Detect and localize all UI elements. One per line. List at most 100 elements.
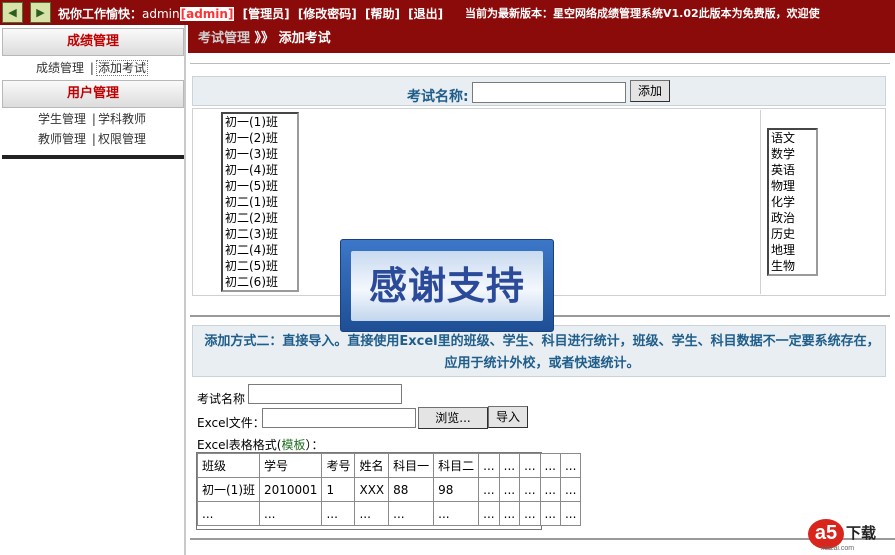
table-header-cell: 科目二 — [433, 453, 480, 478]
table-header-cell: ... — [559, 453, 582, 478]
table-cell: 88 — [388, 477, 435, 502]
subject-option[interactable]: 地理 — [771, 242, 816, 258]
class-option[interactable]: 初一(1)班 — [225, 114, 297, 130]
forward-icon[interactable]: ▶ — [30, 2, 51, 23]
template-link[interactable]: 模板 — [281, 438, 305, 452]
sidebar-section-score[interactable]: 成绩管理 — [2, 28, 184, 56]
thanks-watermark: 感谢支持 — [340, 239, 554, 332]
table-header-cell: 学号 — [258, 453, 323, 478]
class-option[interactable]: 初一(2)班 — [225, 130, 297, 146]
breadcrumb-current: 添加考试 — [278, 31, 331, 46]
sidebar-item-subject-teachers[interactable]: 学科教师 — [98, 112, 146, 126]
subject-option[interactable]: 历史 — [771, 226, 816, 242]
divider — [760, 110, 761, 294]
table-header-cell: ... — [519, 453, 541, 478]
separator: | — [91, 132, 96, 146]
sidebar-user-links: 学生管理 | 学科教师 教师管理 | 权限管理 — [0, 109, 184, 149]
sidebar-footer-bar — [2, 155, 184, 159]
excel-format-label: Excel表格格式(模板）： — [197, 436, 324, 453]
class-option[interactable]: 初二(1)班 — [225, 194, 297, 210]
logo-text: 下载 — [846, 524, 877, 542]
sidebar-item-teachers[interactable]: 教师管理 — [38, 132, 86, 146]
table-cell: 2010001 — [258, 477, 323, 502]
version-notice: 当前为最新版本：星空网络成绩管理系统V1.02此版本为免费版，欢迎使 — [465, 7, 820, 20]
breadcrumb-parent[interactable]: 考试管理 — [198, 31, 250, 46]
class-listbox[interactable]: 初一(1)班 初一(2)班 初一(3)班 初一(4)班 初一(5)班 初二(1)… — [221, 112, 299, 292]
subject-option[interactable]: 政治 — [771, 210, 816, 226]
table-header-row: 班级 学号 考号 姓名 科目一 科目二 ... ... ... ... ... — [197, 453, 582, 478]
subject-option[interactable]: 生物 — [771, 258, 816, 274]
sidebar-item-students[interactable]: 学生管理 — [38, 112, 86, 126]
watermark-text: 感谢支持 — [351, 251, 543, 321]
logo-subtext: xiazai.com — [821, 545, 855, 552]
table-header-cell: 考号 — [321, 453, 356, 478]
method2-description: 添加方式二：直接导入。直接使用Excel里的班级、学生、科目进行统计，班级、学生… — [204, 334, 880, 371]
import-exam-name-input[interactable] — [248, 384, 402, 404]
subject-option[interactable]: 数学 — [771, 146, 816, 162]
table-cell: ... — [559, 501, 582, 526]
class-option[interactable]: 初二(5)班 — [225, 258, 297, 274]
table-header-cell: 姓名 — [354, 453, 390, 478]
class-option[interactable]: 初一(4)班 — [225, 162, 297, 178]
user-role: [admin] — [179, 7, 235, 21]
table-cell: ... — [498, 501, 521, 526]
browse-button[interactable]: 浏览... — [418, 407, 488, 429]
table-header-cell: 班级 — [197, 453, 260, 478]
subject-listbox[interactable]: 语文 数学 英语 物理 化学 政治 历史 地理 生物 — [767, 128, 818, 276]
excel-file-label: Excel文件： — [197, 416, 265, 430]
sidebar-score-links: 成绩管理 | 添加考试 — [0, 58, 184, 78]
subject-option[interactable]: 语文 — [771, 130, 816, 146]
table-cell: ... — [321, 501, 356, 526]
class-option[interactable]: 初二(3)班 — [225, 226, 297, 242]
class-option[interactable]: 初二(6)班 — [225, 274, 297, 290]
sidebar-item-add-exam[interactable]: 添加考试 — [95, 60, 148, 76]
class-option[interactable]: 初一(3)班 — [225, 146, 297, 162]
table-cell: ... — [258, 501, 323, 526]
class-option[interactable]: 初二(2)班 — [225, 210, 297, 226]
table-cell: ... — [354, 501, 390, 526]
import-exam-name-label: 考试名称 — [197, 392, 246, 406]
import-button[interactable]: 导入 — [488, 406, 528, 428]
exam-name-label: 考试名称: — [407, 89, 469, 105]
class-option[interactable]: 初一(5)班 — [225, 178, 297, 194]
sidebar-section-users[interactable]: 用户管理 — [2, 80, 184, 108]
table-header-cell: ... — [498, 453, 521, 478]
breadcrumb: 考试管理 》》 添加考试 — [188, 25, 895, 53]
table-cell: ... — [539, 501, 561, 526]
table-cell: 98 — [433, 477, 480, 502]
divider — [190, 538, 895, 540]
sidebar-item-score-manage[interactable]: 成绩管理 — [36, 61, 84, 75]
table-cell: 初一(1)班 — [197, 477, 260, 502]
excel-file-input[interactable] — [262, 408, 416, 428]
change-password-link[interactable]: [修改密码] — [298, 7, 357, 21]
table-row: 初一(1)班 2010001 1 XXX 88 98 ... ... ... .… — [197, 477, 582, 502]
table-header-cell: ... — [478, 453, 500, 478]
table-header-cell: ... — [539, 453, 561, 478]
top-bar: ◀ ▶ 祝你工作愉快：admin[admin] [管理员] [修改密码] [帮助… — [0, 0, 895, 25]
help-link[interactable]: [帮助] — [365, 7, 400, 21]
table-cell: ... — [498, 477, 521, 502]
format-suffix: ）： — [305, 438, 324, 452]
sidebar-item-permissions[interactable]: 权限管理 — [98, 132, 146, 146]
class-option[interactable]: 初二(4)班 — [225, 242, 297, 258]
table-cell: 1 — [321, 477, 356, 502]
table-cell: ... — [478, 477, 500, 502]
breadcrumb-arrow: 》》 — [254, 31, 275, 46]
table-cell: ... — [559, 477, 582, 502]
table-cell: ... — [519, 501, 541, 526]
logout-link[interactable]: [退出] — [408, 7, 443, 21]
subject-option[interactable]: 英语 — [771, 162, 816, 178]
subject-option[interactable]: 化学 — [771, 194, 816, 210]
table-cell: ... — [539, 477, 561, 502]
table-cell: XXX — [354, 477, 390, 502]
username: admin — [142, 7, 180, 21]
user-greeting: 祝你工作愉快：admin[admin] [管理员] [修改密码] [帮助] [退… — [58, 5, 443, 22]
admin-link[interactable]: [管理员] — [243, 7, 290, 21]
subject-option[interactable]: 物理 — [771, 178, 816, 194]
exam-name-input[interactable] — [472, 82, 626, 103]
greeting-text: 祝你工作愉快： — [58, 7, 143, 21]
back-icon[interactable]: ◀ — [2, 2, 23, 23]
separator: | — [89, 61, 94, 75]
table-cell: ... — [197, 501, 260, 526]
add-exam-button[interactable]: 添加 — [630, 80, 670, 102]
